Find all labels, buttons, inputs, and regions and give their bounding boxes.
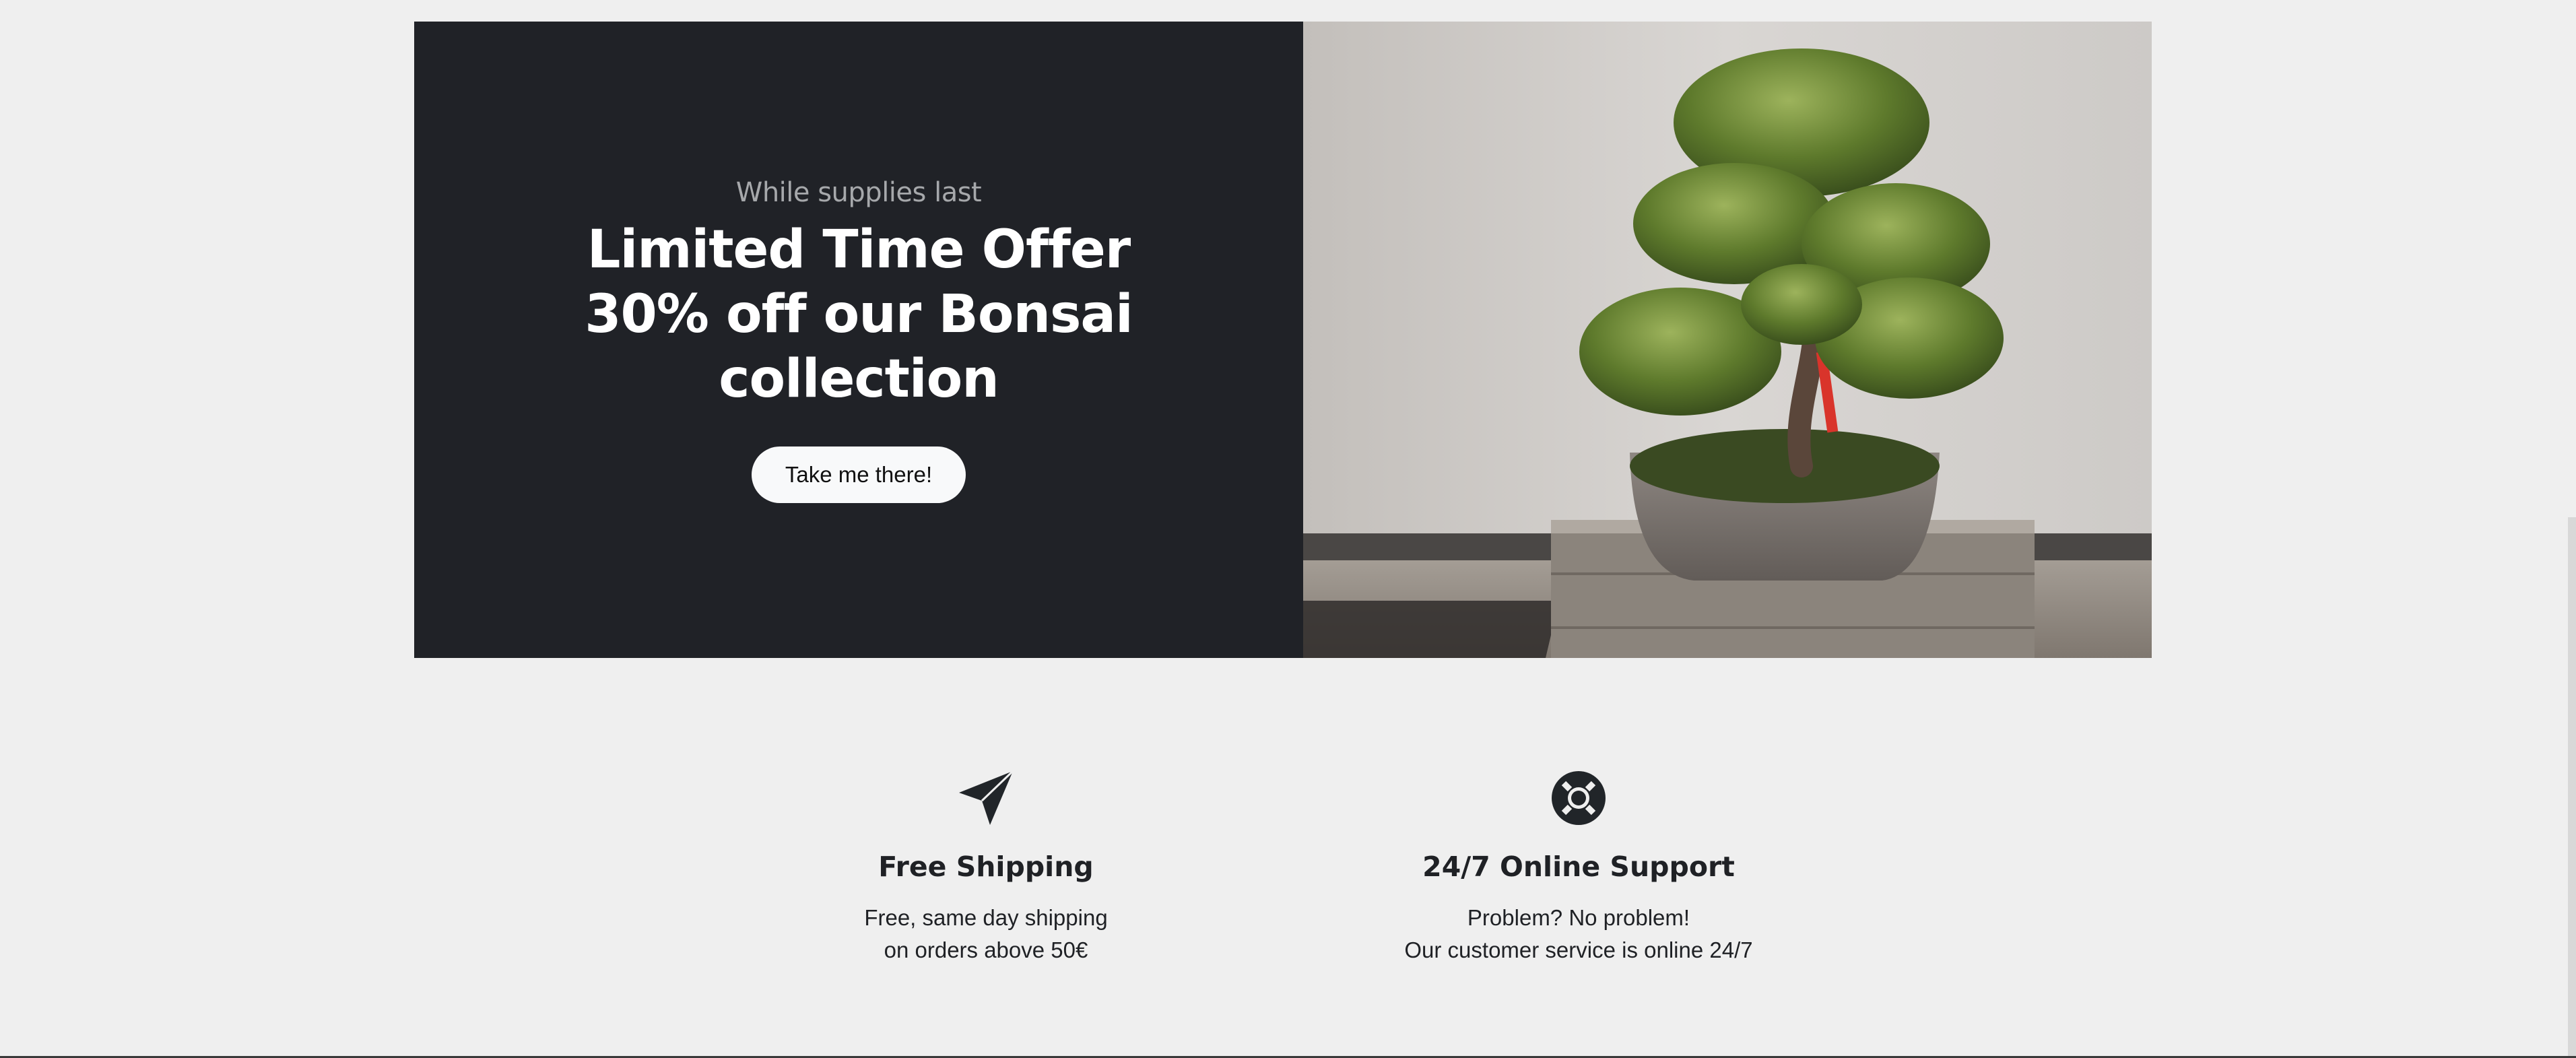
scrollbar-thumb[interactable] [2568, 517, 2576, 1058]
feature-free-shipping: Free Shipping Free, same day shipping on… [784, 770, 1188, 966]
promo-text-panel: While supplies last Limited Time Offer 3… [414, 22, 1303, 658]
take-me-there-button[interactable]: Take me there! [751, 446, 966, 503]
feature-description-line: on orders above 50€ [884, 937, 1088, 962]
feature-description-line: Problem? No problem! [1467, 905, 1690, 930]
feature-online-support: 24/7 Online Support Problem? No problem!… [1377, 770, 1781, 966]
promo-eyebrow: While supplies last [735, 176, 982, 208]
promo-headline: Limited Time Offer 30% off our Bonsai co… [585, 219, 1133, 409]
send-icon [959, 770, 1014, 825]
feature-description-line: Our customer service is online 24/7 [1404, 937, 1753, 962]
feature-description-line: Free, same day shipping [864, 905, 1108, 930]
lifebuoy-icon [1552, 771, 1606, 825]
promo-banner: While supplies last Limited Time Offer 3… [414, 22, 2152, 658]
feature-title: Free Shipping [878, 851, 1094, 883]
feature-title: 24/7 Online Support [1422, 851, 1735, 883]
bonsai-image [1303, 22, 2152, 658]
